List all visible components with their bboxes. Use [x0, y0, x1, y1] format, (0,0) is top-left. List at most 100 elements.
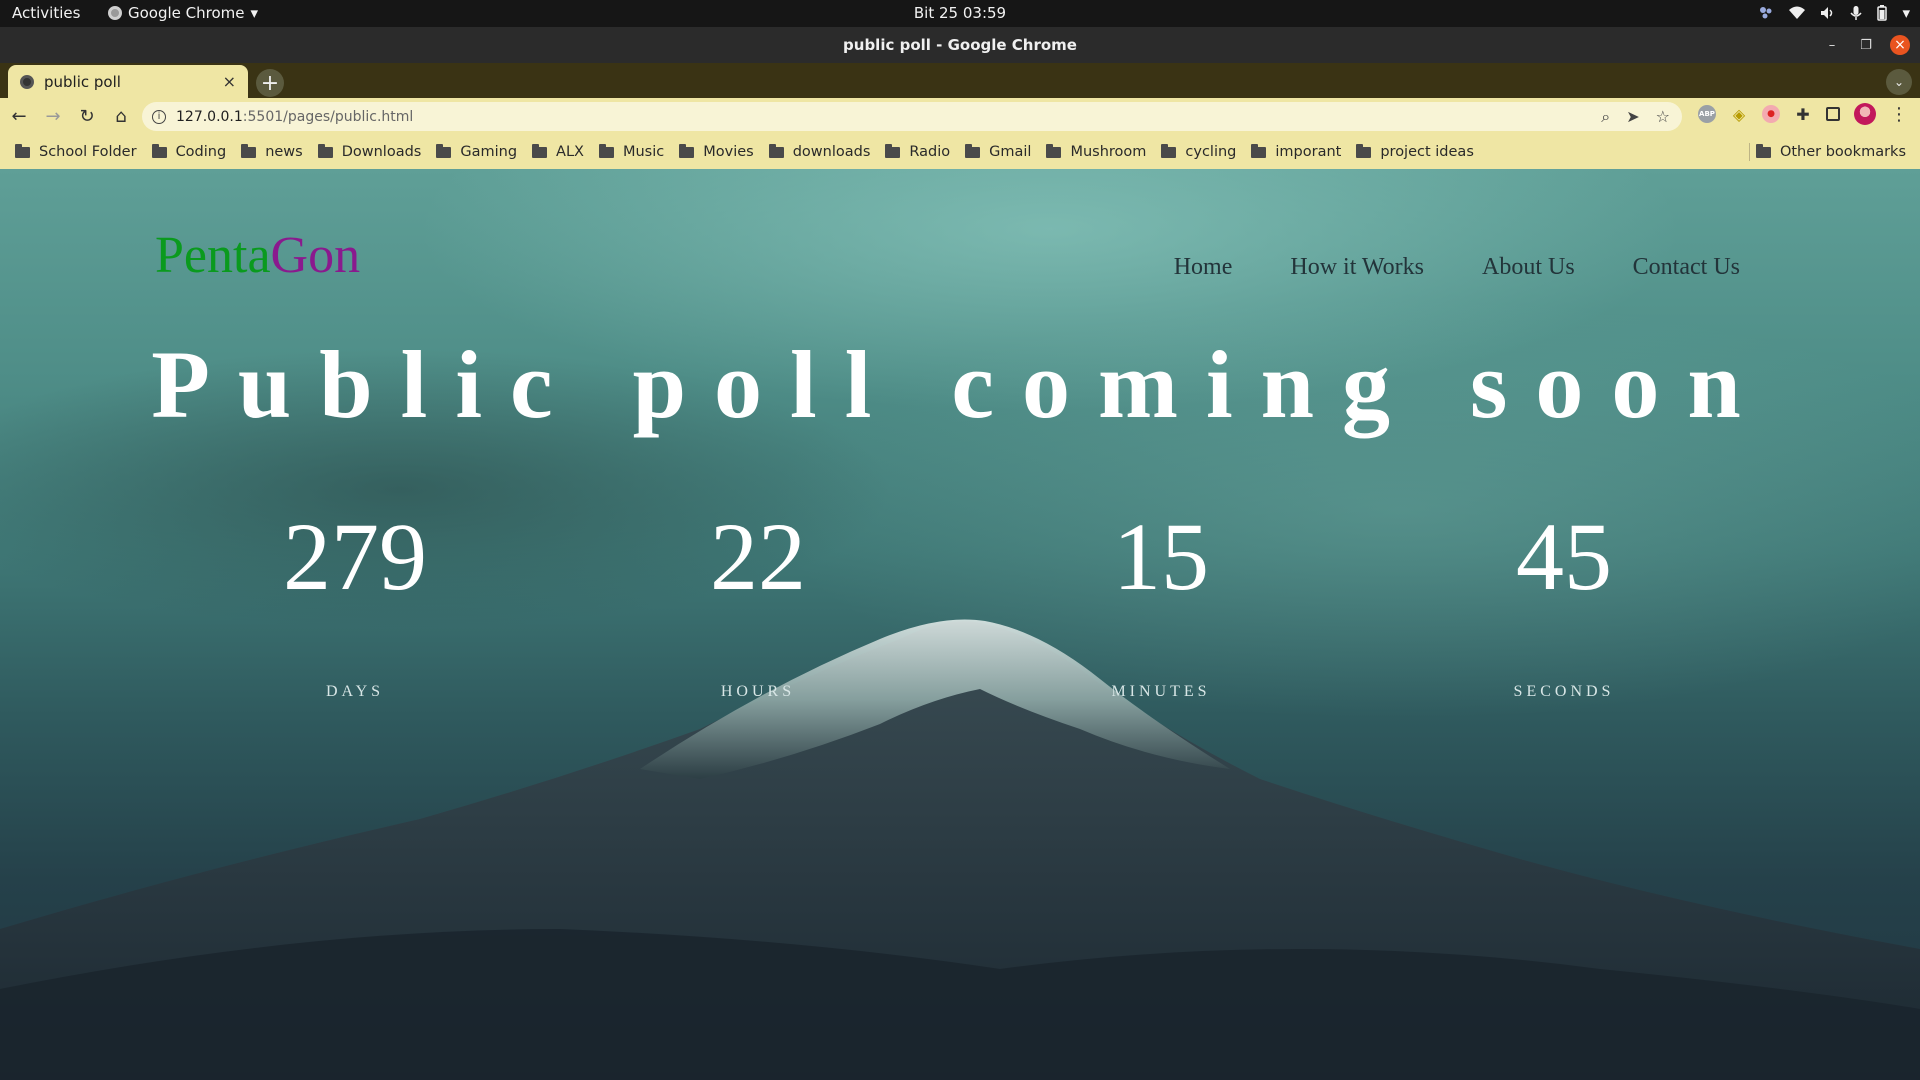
extension-pin-icon[interactable]: ◈ — [1730, 105, 1748, 124]
folder-icon — [15, 143, 30, 158]
app-menu-label: Google Chrome — [128, 4, 245, 22]
folder-icon — [1356, 143, 1372, 158]
countdown-hours: 22 HOURS — [598, 509, 918, 701]
bookmark-label: Radio — [909, 144, 951, 160]
seconds-label: SECONDS — [1513, 683, 1615, 700]
new-tab-button[interactable]: + — [256, 69, 284, 97]
bookmark-folder[interactable]: Gmail — [965, 143, 1031, 160]
folder-icon — [885, 143, 901, 158]
bookmark-label: downloads — [792, 144, 871, 160]
days-label: DAYS — [325, 683, 385, 700]
bookmark-folder[interactable]: downloads — [768, 143, 871, 160]
logo-part-1: Penta — [155, 227, 271, 284]
bookmark-folder[interactable]: Movies — [679, 143, 754, 160]
zoom-icon[interactable]: ⌕ — [1601, 107, 1610, 127]
bookmark-star-icon[interactable]: ☆ — [1656, 107, 1670, 127]
countdown-days: 279 DAYS — [195, 509, 515, 701]
more-menu-icon[interactable]: ⋮ — [1890, 104, 1908, 125]
restore-icon[interactable]: ❐ — [1856, 35, 1876, 55]
folder-icon — [768, 143, 784, 158]
bookmark-label: Music — [622, 144, 665, 160]
page-headline: Public poll coming soon — [151, 331, 1769, 438]
tab-close-icon[interactable]: × — [223, 72, 236, 91]
bookmark-folder[interactable]: Mushroom — [1046, 143, 1146, 160]
countdown-seconds: 45 SECONDS — [1404, 509, 1724, 701]
minimize-icon[interactable]: – — [1822, 35, 1842, 55]
system-clock[interactable]: Bit 25 03:59 — [0, 4, 1920, 22]
system-menu-caret-icon[interactable]: ▾ — [1902, 4, 1910, 22]
system-top-bar: Activities Google Chrome ▾ Bit 25 03:59 … — [0, 0, 1920, 27]
folder-icon — [679, 143, 695, 158]
extensions-puzzle-icon[interactable]: ✚ — [1794, 105, 1812, 124]
forward-arrow-icon[interactable]: → — [38, 102, 68, 132]
adblock-plus-icon[interactable]: ABP — [1698, 105, 1716, 123]
bookmark-folder[interactable]: ALX — [532, 143, 584, 160]
network-status-icon[interactable] — [1758, 5, 1774, 21]
folder-icon — [317, 143, 333, 158]
nav-contact-us[interactable]: Contact Us — [1633, 254, 1740, 281]
days-value: 279 — [283, 503, 427, 610]
window-title-bar: public poll - Google Chrome – ❐ × — [0, 27, 1920, 63]
folder-icon — [1161, 143, 1177, 158]
window-controls: – ❐ × — [1822, 35, 1910, 55]
site-info-icon[interactable]: i — [152, 109, 166, 124]
bookmark-folder[interactable]: Downloads — [317, 143, 422, 160]
bookmark-folder[interactable]: Coding — [151, 143, 227, 160]
bookmark-folder[interactable]: imporant — [1251, 143, 1341, 160]
folder-icon — [598, 143, 614, 158]
url-path: :5501/pages/public.html — [242, 108, 414, 125]
other-bookmarks-label: Other bookmarks — [1779, 144, 1906, 160]
folder-icon — [151, 143, 167, 158]
tab-search-chevron-icon[interactable]: ⌄ — [1886, 69, 1912, 95]
page-viewport: PentaGon Home How it Works About Us Cont… — [0, 169, 1920, 1080]
volume-icon[interactable] — [1820, 6, 1836, 20]
folder-icon — [1755, 143, 1771, 158]
extension-red-icon[interactable]: ● — [1762, 105, 1780, 123]
back-arrow-icon[interactable]: ← — [4, 102, 34, 132]
send-to-device-icon[interactable]: ➤ — [1626, 107, 1639, 127]
tab-title: public poll — [44, 72, 121, 91]
bookmark-folder[interactable]: School Folder — [15, 143, 137, 160]
bookmark-folder[interactable]: Gaming — [436, 143, 517, 160]
microphone-icon[interactable] — [1850, 5, 1863, 21]
bookmark-folder[interactable]: Music — [598, 143, 665, 160]
chrome-icon — [108, 6, 122, 20]
seconds-value: 45 — [1516, 503, 1612, 610]
bookmark-label: cycling — [1185, 144, 1237, 160]
bookmark-folder[interactable]: Radio — [885, 143, 951, 160]
folder-icon — [1251, 143, 1267, 158]
tab-strip: public poll × + ⌄ — [0, 63, 1920, 98]
system-tray[interactable]: ▾ — [1758, 4, 1910, 22]
side-panel-icon[interactable] — [1826, 107, 1840, 121]
other-bookmarks-folder[interactable]: Other bookmarks — [1755, 143, 1906, 160]
folder-icon — [1046, 143, 1062, 158]
caret-down-icon: ▾ — [250, 4, 259, 22]
extension-icons: ABP ◈ ● ✚ ⋮ — [1698, 103, 1908, 125]
site-logo[interactable]: PentaGon — [155, 226, 360, 285]
battery-icon[interactable] — [1876, 5, 1888, 21]
nav-how-it-works[interactable]: How it Works — [1290, 254, 1424, 281]
bookmark-folder[interactable]: cycling — [1161, 143, 1237, 160]
bookmark-folder[interactable]: news — [241, 143, 303, 160]
wifi-icon[interactable] — [1788, 6, 1806, 20]
nav-about-us[interactable]: About Us — [1482, 254, 1575, 281]
home-icon[interactable]: ⌂ — [106, 102, 136, 132]
hours-value: 22 — [710, 503, 806, 610]
bookmark-label: project ideas — [1380, 144, 1474, 160]
minutes-value: 15 — [1113, 503, 1209, 610]
address-bar[interactable]: i 127.0.0.1:5501/pages/public.html ⌕ ➤ ☆ — [142, 102, 1682, 131]
activities-button[interactable]: Activities — [12, 4, 80, 22]
folder-icon — [241, 143, 257, 158]
close-window-icon[interactable]: × — [1890, 35, 1910, 55]
app-menu[interactable]: Google Chrome ▾ — [108, 4, 258, 22]
profile-avatar[interactable] — [1854, 103, 1876, 125]
bookmark-label: Downloads — [341, 144, 422, 160]
tab-public-poll[interactable]: public poll × — [8, 65, 248, 98]
bookmark-folder[interactable]: project ideas — [1356, 143, 1474, 160]
bookmark-label: Coding — [175, 144, 227, 160]
reload-icon[interactable]: ↻ — [72, 102, 102, 132]
tab-favicon-icon — [20, 74, 34, 89]
bookmarks-divider — [1749, 143, 1750, 161]
bookmarks-bar: School Folder Coding news Downloads Gami… — [0, 135, 1920, 169]
nav-home[interactable]: Home — [1174, 254, 1233, 281]
